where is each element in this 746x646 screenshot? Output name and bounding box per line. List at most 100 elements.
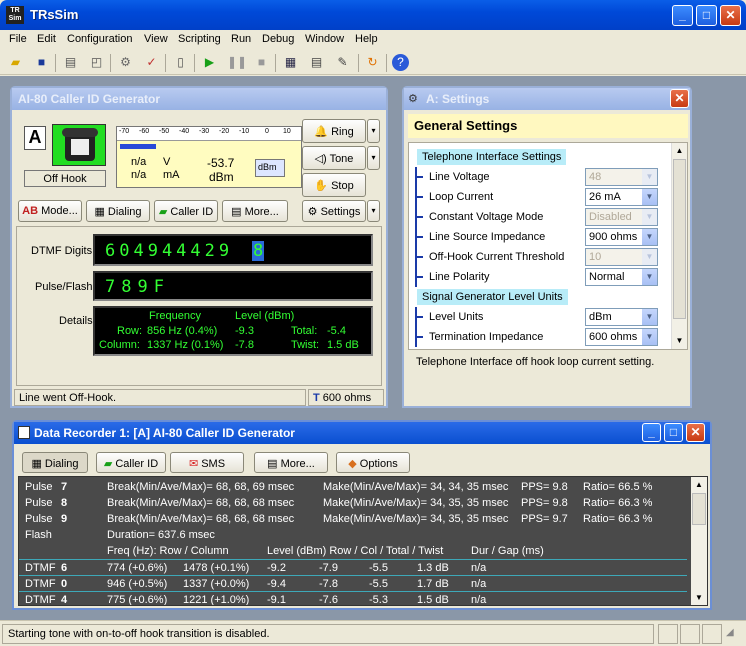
- recorder-close-button[interactable]: ✕: [686, 423, 705, 442]
- print-icon[interactable]: ▤: [62, 54, 79, 71]
- recorder-dialing-tab[interactable]: ▦ Dialing: [22, 452, 88, 473]
- recorder-caller-id-tab[interactable]: ▰ Caller ID: [96, 452, 166, 473]
- menu-file[interactable]: File: [9, 33, 27, 45]
- setting-description: Telephone Interface off hook loop curren…: [416, 356, 655, 368]
- app-icon: TR Sim: [6, 6, 24, 24]
- checklist-icon[interactable]: ✓: [143, 54, 160, 71]
- level-units-select[interactable]: dBm ▼: [585, 308, 658, 326]
- menu-edit[interactable]: Edit: [37, 33, 56, 45]
- setting-constant-voltage-mode[interactable]: Constant Voltage Mode Disabled ▼: [409, 207, 665, 227]
- menu-configuration[interactable]: Configuration: [67, 33, 132, 45]
- line-voltage-select[interactable]: 48 ▼: [585, 168, 658, 186]
- hook-state: Off Hook: [24, 170, 106, 187]
- maximize-button[interactable]: □: [696, 5, 717, 26]
- log-dtmf-header: Freq (Hz): Row / Column Level (dBm) Row …: [107, 545, 544, 557]
- caller-id-button[interactable]: ▰ Caller ID: [154, 200, 218, 222]
- scroll-up-arrow-icon[interactable]: ▲: [691, 477, 707, 492]
- setting-line-voltage[interactable]: Line Voltage 48 ▼: [409, 167, 665, 187]
- phone-icon[interactable]: [52, 124, 106, 166]
- log-row-dtmf: DTMF 4 775 (+0.6%) 1221 (+1.0%) -9.1 -7.…: [19, 591, 687, 605]
- pulse-label: Pulse/Flash: [35, 281, 93, 293]
- level-value: -53.7: [207, 156, 235, 170]
- log-row-pulse: Pulse 7 Break(Min/Ave/Max)= 68, 68, 69 m…: [25, 481, 653, 493]
- recorder-options-tab[interactable]: ◆ Options: [336, 452, 410, 473]
- setting-off-hook-current-threshold[interactable]: Off-Hook Current Threshold 10 ▼: [409, 247, 665, 267]
- dialing-button[interactable]: ▦ Dialing: [86, 200, 150, 222]
- resize-grip-icon[interactable]: ◢: [726, 627, 742, 643]
- stop-button[interactable]: ✋ Stop: [302, 173, 366, 197]
- stop-icon[interactable]: ■: [253, 54, 270, 71]
- menu-debug[interactable]: Debug: [262, 33, 294, 45]
- help-icon[interactable]: ?: [392, 54, 409, 71]
- new-document-icon[interactable]: ▯: [172, 54, 189, 71]
- close-button[interactable]: ✕: [720, 5, 741, 26]
- menu-bar: File Edit Configuration View Scripting R…: [0, 30, 746, 50]
- recorder-sms-tab[interactable]: ✉ SMS: [170, 452, 244, 473]
- recorder-minimize-button[interactable]: _: [642, 423, 661, 442]
- run-icon[interactable]: ▶: [201, 54, 218, 71]
- level-unit-selector[interactable]: dBm: [255, 159, 285, 177]
- pulse-digits: 789F: [105, 277, 170, 297]
- settings-scrollbar[interactable]: ▲ ▼: [671, 143, 687, 349]
- tone-dropdown[interactable]: ▾: [367, 146, 380, 170]
- log-row-pulse: Pulse 9 Break(Min/Ave/Max)= 68, 68, 68 m…: [25, 513, 653, 525]
- recorder-maximize-button[interactable]: □: [664, 423, 683, 442]
- ring-button[interactable]: 🔔 Ring: [302, 119, 366, 143]
- dtmf-label: DTMF Digits: [31, 245, 93, 257]
- notes-icon[interactable]: ▤: [308, 54, 325, 71]
- more-icon: ▤: [231, 206, 242, 218]
- recorder-title-bar[interactable]: Data Recorder 1: [A] AI-80 Caller ID Gen…: [14, 422, 710, 444]
- constant-voltage-mode-select[interactable]: Disabled ▼: [585, 208, 658, 226]
- app-title-bar[interactable]: TR Sim TRsSim _ □ ✕: [0, 0, 746, 30]
- gear-icon[interactable]: ⚙: [117, 54, 134, 71]
- termination-impedance-select[interactable]: 600 ohms ▼: [585, 328, 658, 346]
- pause-icon[interactable]: ❚❚: [227, 54, 247, 71]
- open-folder-icon[interactable]: ▰: [7, 54, 24, 71]
- status-pane: [658, 624, 678, 644]
- settings-close-button[interactable]: ✕: [670, 89, 689, 108]
- status-bar: Starting tone with on-to-off hook transi…: [0, 620, 746, 646]
- mode-button[interactable]: AB Mode...: [18, 200, 82, 222]
- scroll-thumb[interactable]: [673, 159, 686, 319]
- refresh-icon[interactable]: ↻: [364, 54, 381, 71]
- settings-header: General Settings: [408, 114, 688, 138]
- scroll-down-arrow-icon[interactable]: ▼: [691, 590, 707, 605]
- scroll-up-arrow-icon[interactable]: ▲: [672, 143, 687, 158]
- tone-button[interactable]: ◁) Tone: [302, 146, 366, 170]
- menu-view[interactable]: View: [144, 33, 168, 45]
- meter-scale: -70 -60 -50 -40 -30 -20 -10 0 10: [117, 127, 301, 141]
- menu-window[interactable]: Window: [305, 33, 344, 45]
- scroll-down-arrow-icon[interactable]: ▼: [672, 333, 687, 348]
- off-hook-threshold-select[interactable]: 10 ▼: [585, 248, 658, 266]
- keypad-icon[interactable]: ▦: [282, 54, 299, 71]
- menu-scripting[interactable]: Scripting: [178, 33, 221, 45]
- log-row-dtmf: DTMF 0 946 (+0.5%) 1337 (+0.0%) -9.4 -7.…: [19, 575, 687, 591]
- more-button[interactable]: ▤ More...: [222, 200, 288, 222]
- minimize-button[interactable]: _: [672, 5, 693, 26]
- menu-help[interactable]: Help: [355, 33, 378, 45]
- menu-run[interactable]: Run: [231, 33, 251, 45]
- setting-line-polarity[interactable]: Line Polarity Normal ▼: [409, 267, 665, 287]
- settings-button[interactable]: ⚙ Settings: [302, 200, 366, 222]
- settings-title-bar[interactable]: ⚙ A: Settings ✕: [404, 88, 690, 110]
- caller-id-title-bar[interactable]: AI-80 Caller ID Generator: [12, 88, 386, 110]
- setting-termination-impedance[interactable]: Termination Impedance 600 ohms ▼: [409, 327, 665, 347]
- loop-current-select[interactable]: 26 mA ▼: [585, 188, 658, 206]
- line-polarity-select[interactable]: Normal ▼: [585, 268, 658, 286]
- speaker-icon: ◁): [314, 153, 327, 165]
- status-pane: [680, 624, 700, 644]
- impedance-status: T 600 ohms: [308, 389, 384, 406]
- setting-loop-current[interactable]: Loop Current 26 mA ▼: [409, 187, 665, 207]
- recorder-scrollbar[interactable]: ▲ ▼: [691, 477, 707, 605]
- recorder-more-tab[interactable]: ▤ More...: [254, 452, 328, 473]
- scroll-thumb[interactable]: [692, 493, 706, 525]
- save-icon[interactable]: ■: [33, 54, 50, 71]
- tools-icon[interactable]: ✎: [334, 54, 351, 71]
- line-source-impedance-select[interactable]: 900 ohms ▼: [585, 228, 658, 246]
- ring-dropdown[interactable]: ▾: [367, 119, 380, 143]
- setting-line-source-impedance[interactable]: Line Source Impedance 900 ohms ▼: [409, 227, 665, 247]
- settings-dropdown[interactable]: ▾: [367, 200, 380, 222]
- display-panel: DTMF Digits 604944429 8 Pulse/Flash 789F…: [16, 226, 382, 386]
- setting-level-units[interactable]: Level Units dBm ▼: [409, 307, 665, 327]
- print-preview-icon[interactable]: ◰: [88, 54, 105, 71]
